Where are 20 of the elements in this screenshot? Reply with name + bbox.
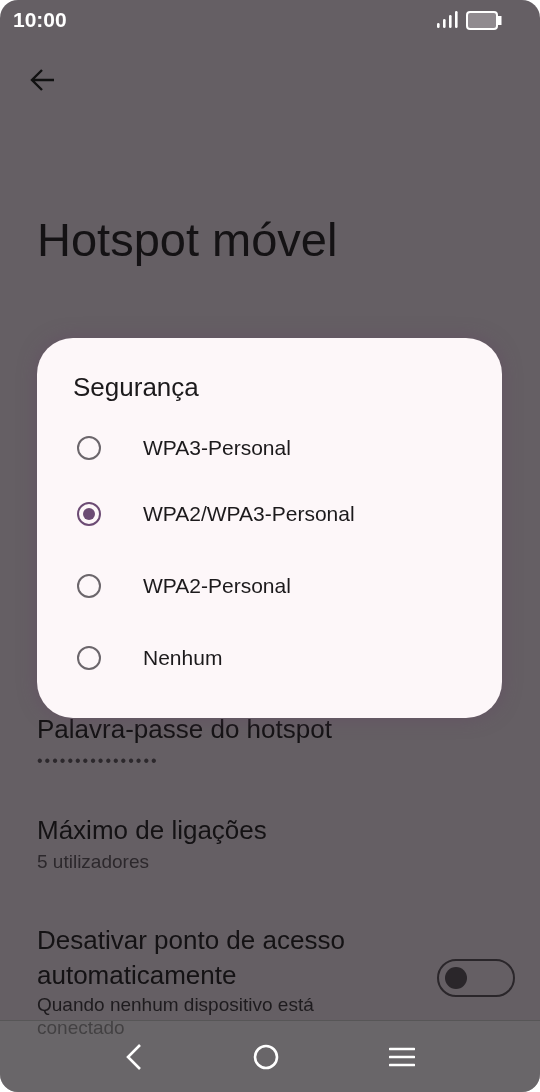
status-time: 10:00 [13, 8, 67, 32]
signal-icon [436, 11, 458, 29]
option-label[interactable]: WPA2/WPA3-Personal [143, 502, 355, 526]
home-icon[interactable] [253, 1043, 279, 1070]
back-icon[interactable] [125, 1042, 143, 1071]
option-label[interactable]: WPA2-Personal [143, 574, 291, 598]
option-label[interactable]: WPA3-Personal [143, 436, 291, 460]
radio-button[interactable] [77, 436, 101, 460]
option-label[interactable]: Nenhum [143, 646, 223, 670]
dialog-title: Segurança [73, 371, 199, 404]
back-arrow-icon[interactable] [29, 68, 55, 92]
toggle-switch[interactable] [437, 959, 515, 997]
radio-button[interactable] [77, 646, 101, 670]
page-title: Hotspot móvel [37, 212, 338, 268]
battery-icon [466, 10, 502, 30]
radio-button[interactable] [77, 502, 101, 526]
menu-icon[interactable] [389, 1046, 415, 1067]
setting-summary: •••••••••••••••• [37, 751, 159, 771]
setting-summary: 5 utilizadores [37, 850, 149, 874]
radio-button[interactable] [77, 574, 101, 598]
